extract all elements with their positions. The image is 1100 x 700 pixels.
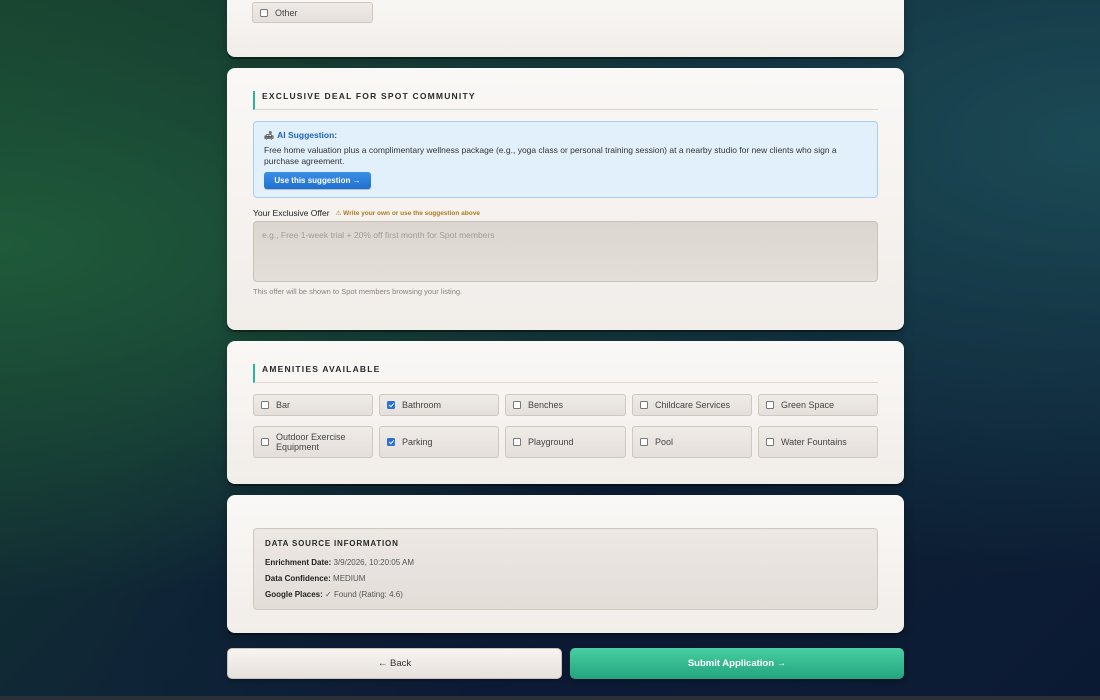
checkbox-icon[interactable] (513, 438, 521, 446)
use-suggestion-button[interactable]: Use this suggestion → (264, 172, 371, 189)
amenity-bar-checkbox[interactable]: Bar (253, 394, 373, 416)
offer-label-row: Your Exclusive Offer ⚠ Write your own or… (253, 208, 480, 218)
checkbox-icon[interactable] (766, 438, 774, 446)
back-button[interactable]: ← Back (227, 648, 562, 679)
checkbox-checked-icon[interactable] (387, 401, 395, 409)
section-title: AMENITIES AVAILABLE (253, 364, 878, 383)
checkbox-label: Water Fountains (781, 437, 847, 447)
amenity-parking-checkbox[interactable]: Parking (379, 426, 499, 458)
checkbox-icon[interactable] (261, 438, 269, 446)
checkbox-checked-icon[interactable] (387, 438, 395, 446)
checkbox-label: Playground (528, 437, 574, 447)
amenity-water-fountains-checkbox[interactable]: Water Fountains (758, 426, 878, 458)
exclusive-offer-textarea[interactable] (253, 221, 878, 282)
data-source-box: DATA SOURCE INFORMATION Enrichment Date:… (253, 528, 878, 610)
google-places-row: Google Places: ✓ Found (Rating: 4.6) (265, 590, 866, 599)
offer-hint: ⚠ Write your own or use the suggestion a… (335, 210, 480, 217)
ai-suggestion-title: AI Suggestion: (277, 130, 338, 140)
data-source-card: DATA SOURCE INFORMATION Enrichment Date:… (227, 495, 904, 633)
amenity-benches-checkbox[interactable]: Benches (505, 394, 626, 416)
ai-suggestion-box: 🛋 AI Suggestion: Free home valuation plu… (253, 121, 878, 198)
offer-help-text: This offer will be shown to Spot members… (253, 287, 463, 296)
amenity-bathroom-checkbox[interactable]: Bathroom (379, 394, 499, 416)
ai-suggestion-text: Free home valuation plus a complimentary… (264, 145, 837, 166)
previous-section-card: Other (227, 0, 904, 57)
checkbox-icon[interactable] (513, 401, 521, 409)
google-places-label: Google Places: (265, 590, 323, 599)
enrichment-date-value: 3/9/2026, 10:20:05 AM (333, 558, 414, 567)
checkbox-label: Pool (655, 437, 674, 447)
section-title: EXCLUSIVE DEAL FOR SPOT COMMUNITY (253, 91, 878, 110)
enrichment-date-row: Enrichment Date: 3/9/2026, 10:20:05 AM (265, 558, 866, 567)
submit-application-button[interactable]: Submit Application → (570, 648, 904, 679)
checkbox-icon[interactable] (640, 401, 648, 409)
enrichment-date-label: Enrichment Date: (265, 558, 332, 567)
checkbox-label: Outdoor Exercise Equipment (276, 432, 346, 452)
bottom-edge-bar (0, 696, 1100, 700)
checkbox-label: Other (275, 7, 298, 18)
checkbox-icon[interactable] (260, 8, 268, 17)
checkbox-icon[interactable] (640, 438, 648, 446)
checkbox-label: Green Space (781, 400, 835, 410)
data-confidence-value: MEDIUM (333, 574, 366, 583)
amenity-childcare-checkbox[interactable]: Childcare Services (632, 394, 752, 416)
amenity-playground-checkbox[interactable]: Playground (505, 426, 626, 458)
checkbox-label: Bar (276, 400, 291, 410)
amenities-card: AMENITIES AVAILABLE Bar Bathroom Benches… (227, 341, 904, 484)
data-source-title: DATA SOURCE INFORMATION (265, 539, 399, 548)
checkbox-label: Childcare Services (655, 400, 731, 410)
offer-label: Your Exclusive Offer (253, 208, 330, 218)
checkbox-label: Bathroom (402, 400, 442, 410)
sofa-icon: 🛋 (264, 130, 275, 140)
amenity-outdoor-exercise-checkbox[interactable]: Outdoor Exercise Equipment (253, 426, 373, 458)
checkbox-icon[interactable] (766, 401, 774, 409)
checkbox-icon[interactable] (261, 401, 269, 409)
data-confidence-row: Data Confidence: MEDIUM (265, 574, 866, 583)
checkbox-label: Parking (402, 437, 433, 447)
ai-suggestion-header: 🛋 AI Suggestion: (264, 130, 867, 140)
google-places-value: ✓ Found (Rating: 4.6) (325, 590, 403, 599)
amenity-pool-checkbox[interactable]: Pool (632, 426, 752, 458)
exclusive-deal-card: EXCLUSIVE DEAL FOR SPOT COMMUNITY 🛋 AI S… (227, 68, 904, 330)
data-confidence-label: Data Confidence: (265, 574, 331, 583)
amenity-other-checkbox[interactable]: Other (252, 2, 373, 23)
amenity-green-space-checkbox[interactable]: Green Space (758, 394, 878, 416)
checkbox-label: Benches (528, 400, 564, 410)
